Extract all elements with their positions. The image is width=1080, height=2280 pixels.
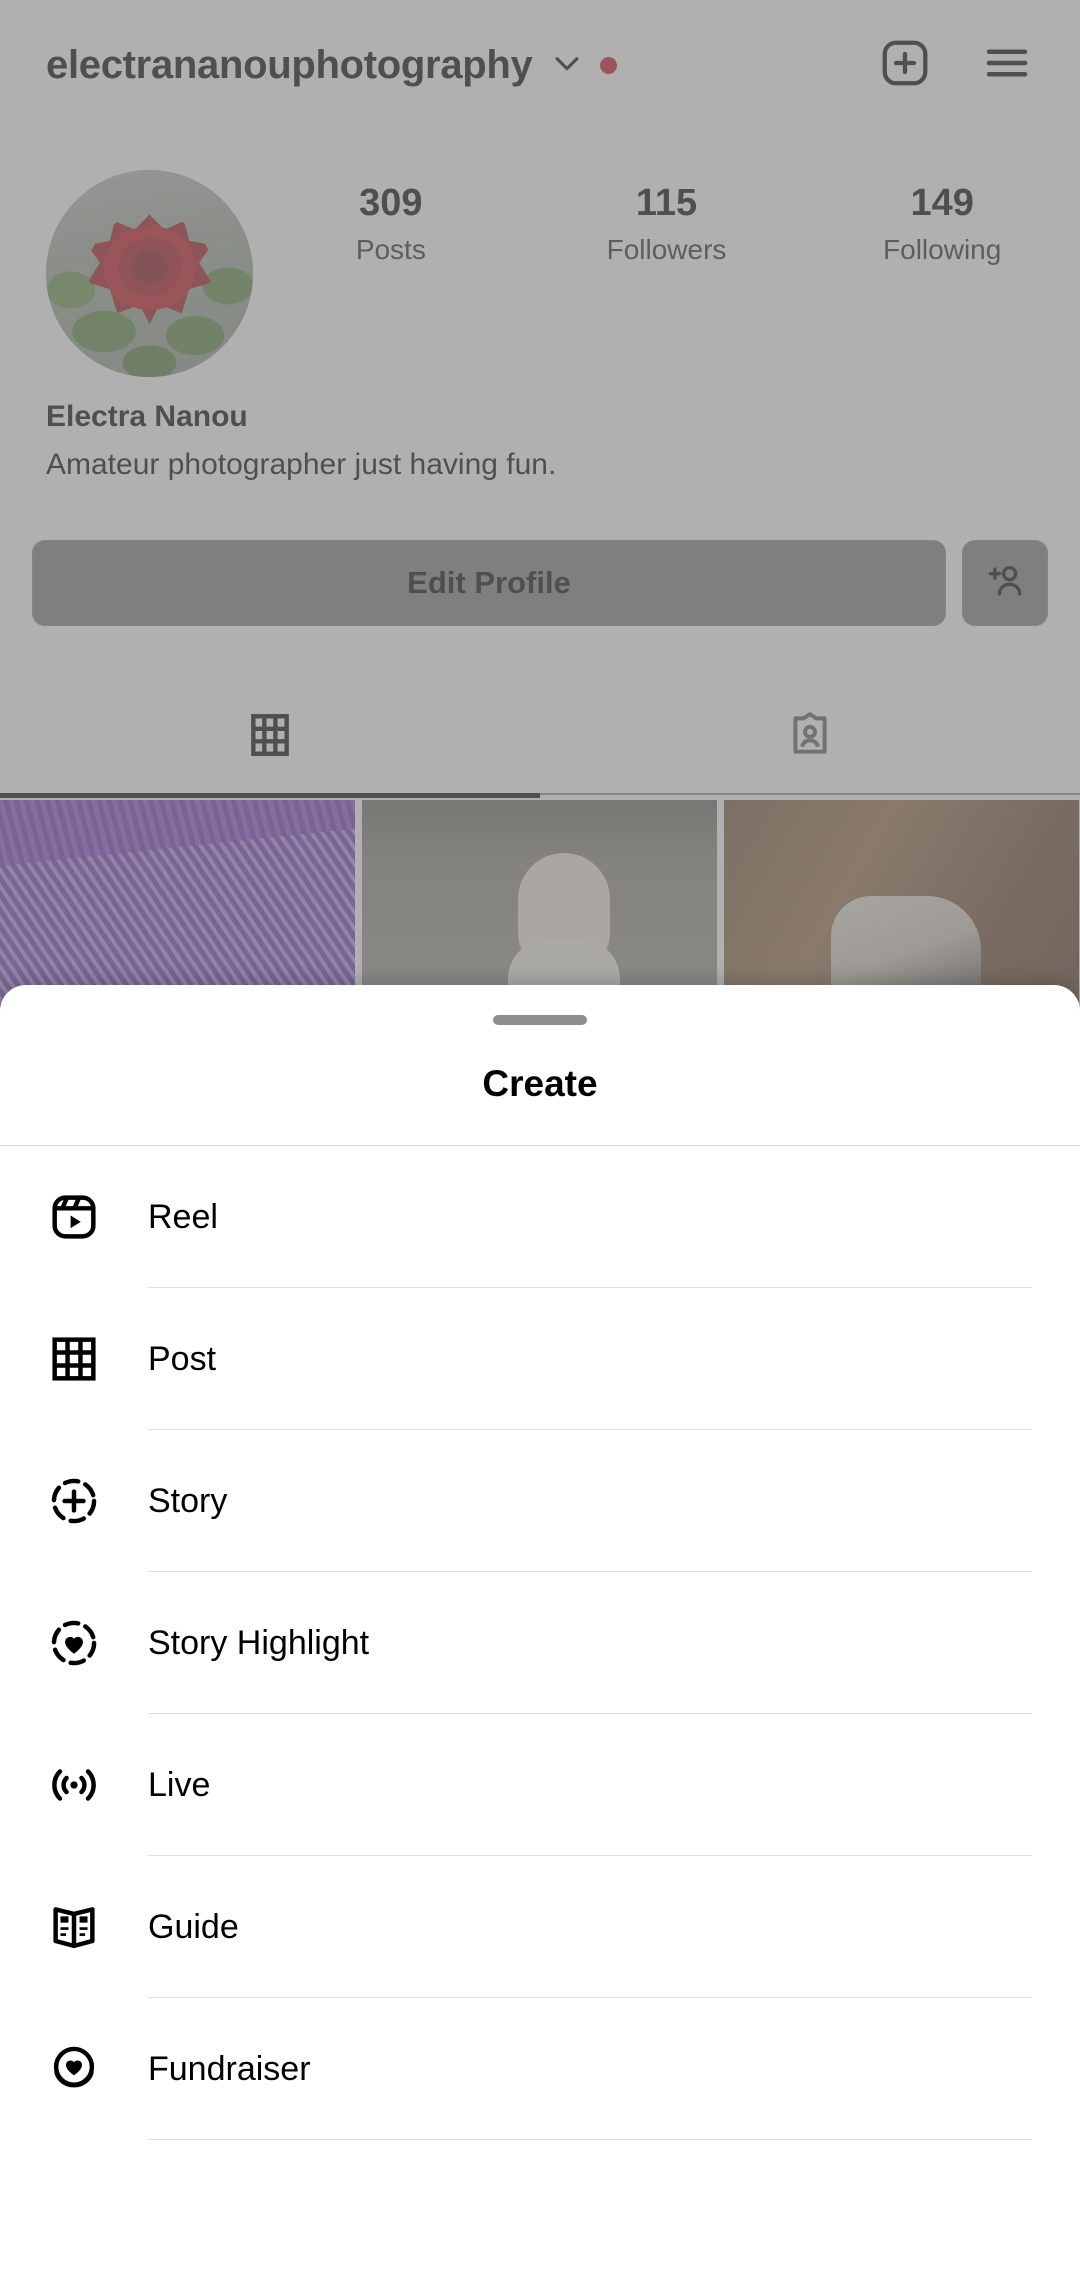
menu-item-story-right: Story: [148, 1430, 1080, 1572]
menu-item-story[interactable]: Story: [0, 1430, 1080, 1572]
menu-item-guide[interactable]: Guide: [0, 1856, 1080, 1998]
guide-book-icon: [0, 1856, 148, 1998]
menu-item-post[interactable]: Post: [0, 1288, 1080, 1430]
menu-item-live[interactable]: Live: [0, 1714, 1080, 1856]
menu-item-live-right: Live: [148, 1714, 1080, 1856]
menu-item-guide-right: Guide: [148, 1856, 1080, 1998]
menu-item-story-highlight-label: Story Highlight: [148, 1624, 370, 1662]
menu-item-fundraiser-label: Fundraiser: [148, 2050, 311, 2088]
menu-item-fundraiser[interactable]: Fundraiser: [0, 1998, 1080, 2140]
create-menu: Reel Post Story Story Highlight Live Gui…: [0, 1146, 1080, 2140]
menu-item-story-label: Story: [148, 1482, 228, 1520]
menu-item-live-label: Live: [148, 1766, 211, 1804]
screen-root: electrananouphotography 30: [0, 0, 1080, 2280]
menu-item-reel-label: Reel: [148, 1198, 218, 1236]
menu-item-story-highlight[interactable]: Story Highlight: [0, 1572, 1080, 1714]
menu-item-fundraiser-right: Fundraiser: [148, 1998, 1080, 2140]
story-highlight-heart-icon: [0, 1572, 148, 1714]
story-plus-icon: [0, 1430, 148, 1572]
fundraiser-heart-coin-icon: [0, 1998, 148, 2140]
grid-post-icon: [0, 1288, 148, 1430]
create-bottom-sheet: Create Reel Post Story Story Highlight L…: [0, 985, 1080, 2280]
menu-item-post-right: Post: [148, 1288, 1080, 1430]
sheet-title: Create: [482, 1063, 598, 1104]
menu-item-post-label: Post: [148, 1340, 217, 1378]
menu-item-reel[interactable]: Reel: [0, 1146, 1080, 1288]
menu-item-reel-right: Reel: [148, 1146, 1080, 1288]
live-broadcast-icon: [0, 1714, 148, 1856]
menu-item-guide-label: Guide: [148, 1908, 239, 1946]
drag-handle[interactable]: [493, 1015, 587, 1025]
reel-icon: [0, 1146, 148, 1288]
menu-item-story-highlight-right: Story Highlight: [148, 1572, 1080, 1714]
row-separator: [148, 2139, 1032, 2140]
